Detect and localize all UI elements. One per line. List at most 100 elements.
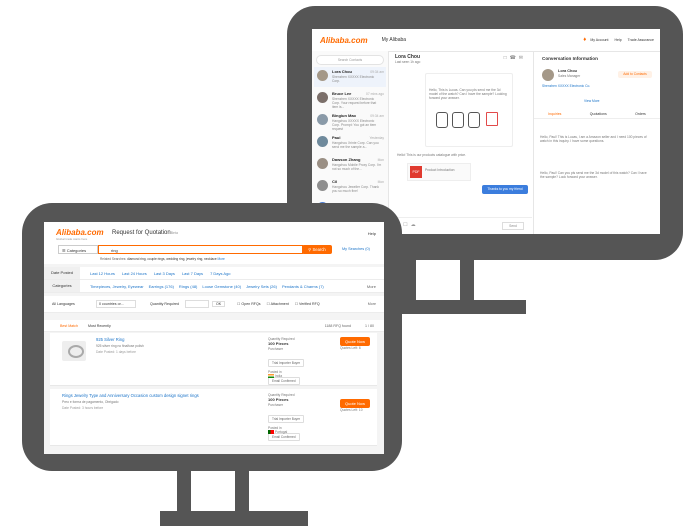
chat-status: Last seen 1h ago: [395, 60, 421, 64]
quantity-input[interactable]: [184, 300, 209, 308]
conversation-time: Mon: [377, 158, 384, 162]
posted-in-country: Portugal: [268, 430, 288, 435]
qty-value: 100 Pieces: [268, 397, 289, 402]
search-row: ☰ Categories ring ⚲ Search My Searches (…: [44, 242, 384, 264]
menu-icon: ☰: [62, 248, 66, 253]
category-option[interactable]: Rings (48): [179, 284, 197, 289]
trade-assurance-link[interactable]: Trade Assurance: [628, 38, 654, 42]
attachment-checkbox[interactable]: ☐ Attachment: [267, 302, 289, 306]
back-logo[interactable]: Alibaba.com: [320, 36, 368, 45]
view-more-link[interactable]: View More: [584, 99, 600, 103]
conversation-snippet: Hangzhou Mobile Proxy Corp. I'm not so m…: [332, 163, 382, 171]
search-button[interactable]: ⚲ Search: [302, 245, 332, 254]
search-button-label: Search: [312, 247, 326, 252]
more-link[interactable]: More: [367, 284, 376, 289]
avatar: [317, 136, 328, 147]
front-logo-sub: Global trade starts here: [56, 237, 88, 241]
date-option[interactable]: 7 Days Ago: [210, 271, 230, 276]
date-option[interactable]: Last 24 Hours: [122, 271, 147, 276]
date-option[interactable]: Last 3 Days: [154, 271, 175, 276]
language-select[interactable]: All Languages: [52, 302, 86, 306]
product-pdf-attachment[interactable]: PDF Product Introduction: [407, 163, 471, 181]
ring-image: [62, 341, 86, 361]
listing-title[interactable]: Rings Jewelry Type and Anniversary Occas…: [62, 393, 199, 398]
listing-date: Date Posted: 1 days before: [96, 350, 136, 354]
filter-row: All Languages 0 countries or... Quantity…: [44, 296, 384, 313]
listing-desc: Preo e forma de pagamento, Obrigado: [62, 400, 119, 404]
sort-best-match[interactable]: Best Match: [60, 324, 78, 328]
info-tabs: Inquiries Quotations Orders: [534, 109, 660, 119]
quotes-left: Quotes Left: 10: [340, 408, 363, 412]
conversation-item[interactable]: Paul Hangzhou Xrinte Corp. Can you send m…: [314, 133, 386, 153]
info-title: Conversation Information: [542, 56, 598, 61]
rfq-listing[interactable]: 925 Silver Ring 925 silver ring no final…: [50, 333, 377, 386]
contact-search[interactable]: Search Contacts: [316, 55, 384, 65]
category-option[interactable]: Pendants & Charms (7): [282, 284, 324, 289]
quote-now-button[interactable]: Quote Now: [340, 399, 370, 408]
conversation-name: Bingiun Mao: [332, 113, 356, 118]
conversation-name: Dawson Zhang: [332, 157, 361, 162]
listing-title[interactable]: 925 Silver Ring: [96, 337, 124, 342]
avatar: [317, 114, 328, 125]
front-logo[interactable]: Alibaba.com: [56, 228, 104, 237]
my-searches-link[interactable]: My Searches (0): [342, 247, 370, 251]
categories-select[interactable]: ☰ Categories: [58, 245, 98, 254]
pager[interactable]: 1 / 80: [365, 324, 374, 328]
category-option[interactable]: Jewelry Sets (26): [246, 284, 277, 289]
info-message: Hello, Paul! Can you pls send me the 3d …: [540, 171, 647, 180]
conversation-item[interactable]: Cil Hangzhou Jeweller Corp. Thank you so …: [314, 177, 386, 197]
send-button[interactable]: Send: [502, 222, 524, 230]
conversation-item[interactable]: Lora Chou Shenzhen XXXXX Electronic Corp.…: [314, 67, 386, 87]
add-contacts-button[interactable]: Add to Contacts: [618, 71, 652, 78]
filter-more-link[interactable]: More: [368, 302, 376, 306]
verified-checkbox[interactable]: ☐ Verified RFQ: [295, 302, 320, 306]
chat-line: Hello! This is our products catalogue wi…: [397, 153, 467, 157]
rfq-listing[interactable]: Rings Jewelry Type and Anniversary Occas…: [50, 389, 377, 446]
quantity-ok-button[interactable]: OK: [211, 301, 226, 307]
conversation-time: 09:34 am: [370, 114, 384, 118]
category-option[interactable]: Loose Gemstone (40): [202, 284, 241, 289]
search-input[interactable]: ring: [98, 245, 303, 254]
rfq-page-title: Request for QuotationBeta: [112, 230, 178, 236]
category-option[interactable]: Timepieces, Jewelry, Eyewear: [90, 284, 144, 289]
pdf-icon: [486, 112, 498, 126]
info-company[interactable]: Shenzhen XXXXX Electronic Co.: [542, 84, 590, 88]
open-rfq-checkbox[interactable]: ☐ Open RFQs: [237, 302, 260, 306]
date-option[interactable]: Last 7 Days: [182, 271, 203, 276]
reply-bubble: Thanks to you my friend: [482, 185, 528, 194]
related-more-link[interactable]: More: [218, 257, 225, 261]
watch-thumbnail: [468, 112, 480, 128]
purchaser-chip: Trial Importer Buyer: [268, 359, 305, 367]
related-label: Related Searches:: [100, 257, 127, 261]
listing-date: Date Posted: 3 hours before: [62, 406, 104, 410]
conversation-name: Paul: [332, 135, 341, 140]
chat-toolbar-icons[interactable]: □☎✉: [504, 55, 526, 61]
help-link[interactable]: Help: [368, 231, 376, 236]
conversation-item[interactable]: Dawson Zhang Hangzhou Mobile Proxy Corp. …: [314, 155, 386, 175]
conversation-item[interactable]: Bingiun Mao Hangzhou XXXXX Electronic Cor…: [314, 111, 386, 131]
help-link[interactable]: Help: [614, 38, 621, 42]
info-role: Sales Manager: [558, 74, 581, 78]
date-option[interactable]: Last 12 Hours: [90, 271, 115, 276]
category-option[interactable]: Earrings (176): [149, 284, 174, 289]
my-account-link[interactable]: My Account: [590, 38, 608, 42]
country-name: Portugal: [274, 430, 288, 434]
ring-shape: [68, 345, 84, 358]
related-searches-list[interactable]: diamond ring, couple rings, wedding ring…: [127, 257, 216, 261]
conversation-item[interactable]: Bruce Lee Shenzhen XXXXX Electronic Corp.…: [314, 89, 386, 109]
bell-icon[interactable]: ♦: [583, 37, 586, 43]
open-rfq-label: Open RFQs: [241, 302, 261, 306]
quotes-left: Quotes Left: 6: [340, 346, 361, 350]
quote-now-button[interactable]: Quote Now: [340, 337, 370, 346]
tab-orders[interactable]: Orders: [635, 112, 646, 116]
front-monitor-base: [160, 511, 308, 526]
sort-most-recent[interactable]: Most Recently: [88, 324, 111, 328]
conversation-time: Mon: [377, 180, 384, 184]
date-posted-label: Date Posted: [44, 267, 80, 279]
attachment-label: Attachment: [270, 302, 289, 306]
tab-quotations[interactable]: Quotations: [590, 112, 607, 116]
tab-inquiries[interactable]: Inquiries: [548, 112, 561, 116]
message-input-area[interactable]: ☺☐☁ Send: [389, 217, 532, 234]
countries-select[interactable]: 0 countries or...: [96, 300, 136, 308]
conversation-snippet: Shenzhen XXXXX Electronic Corp.: [332, 75, 375, 83]
